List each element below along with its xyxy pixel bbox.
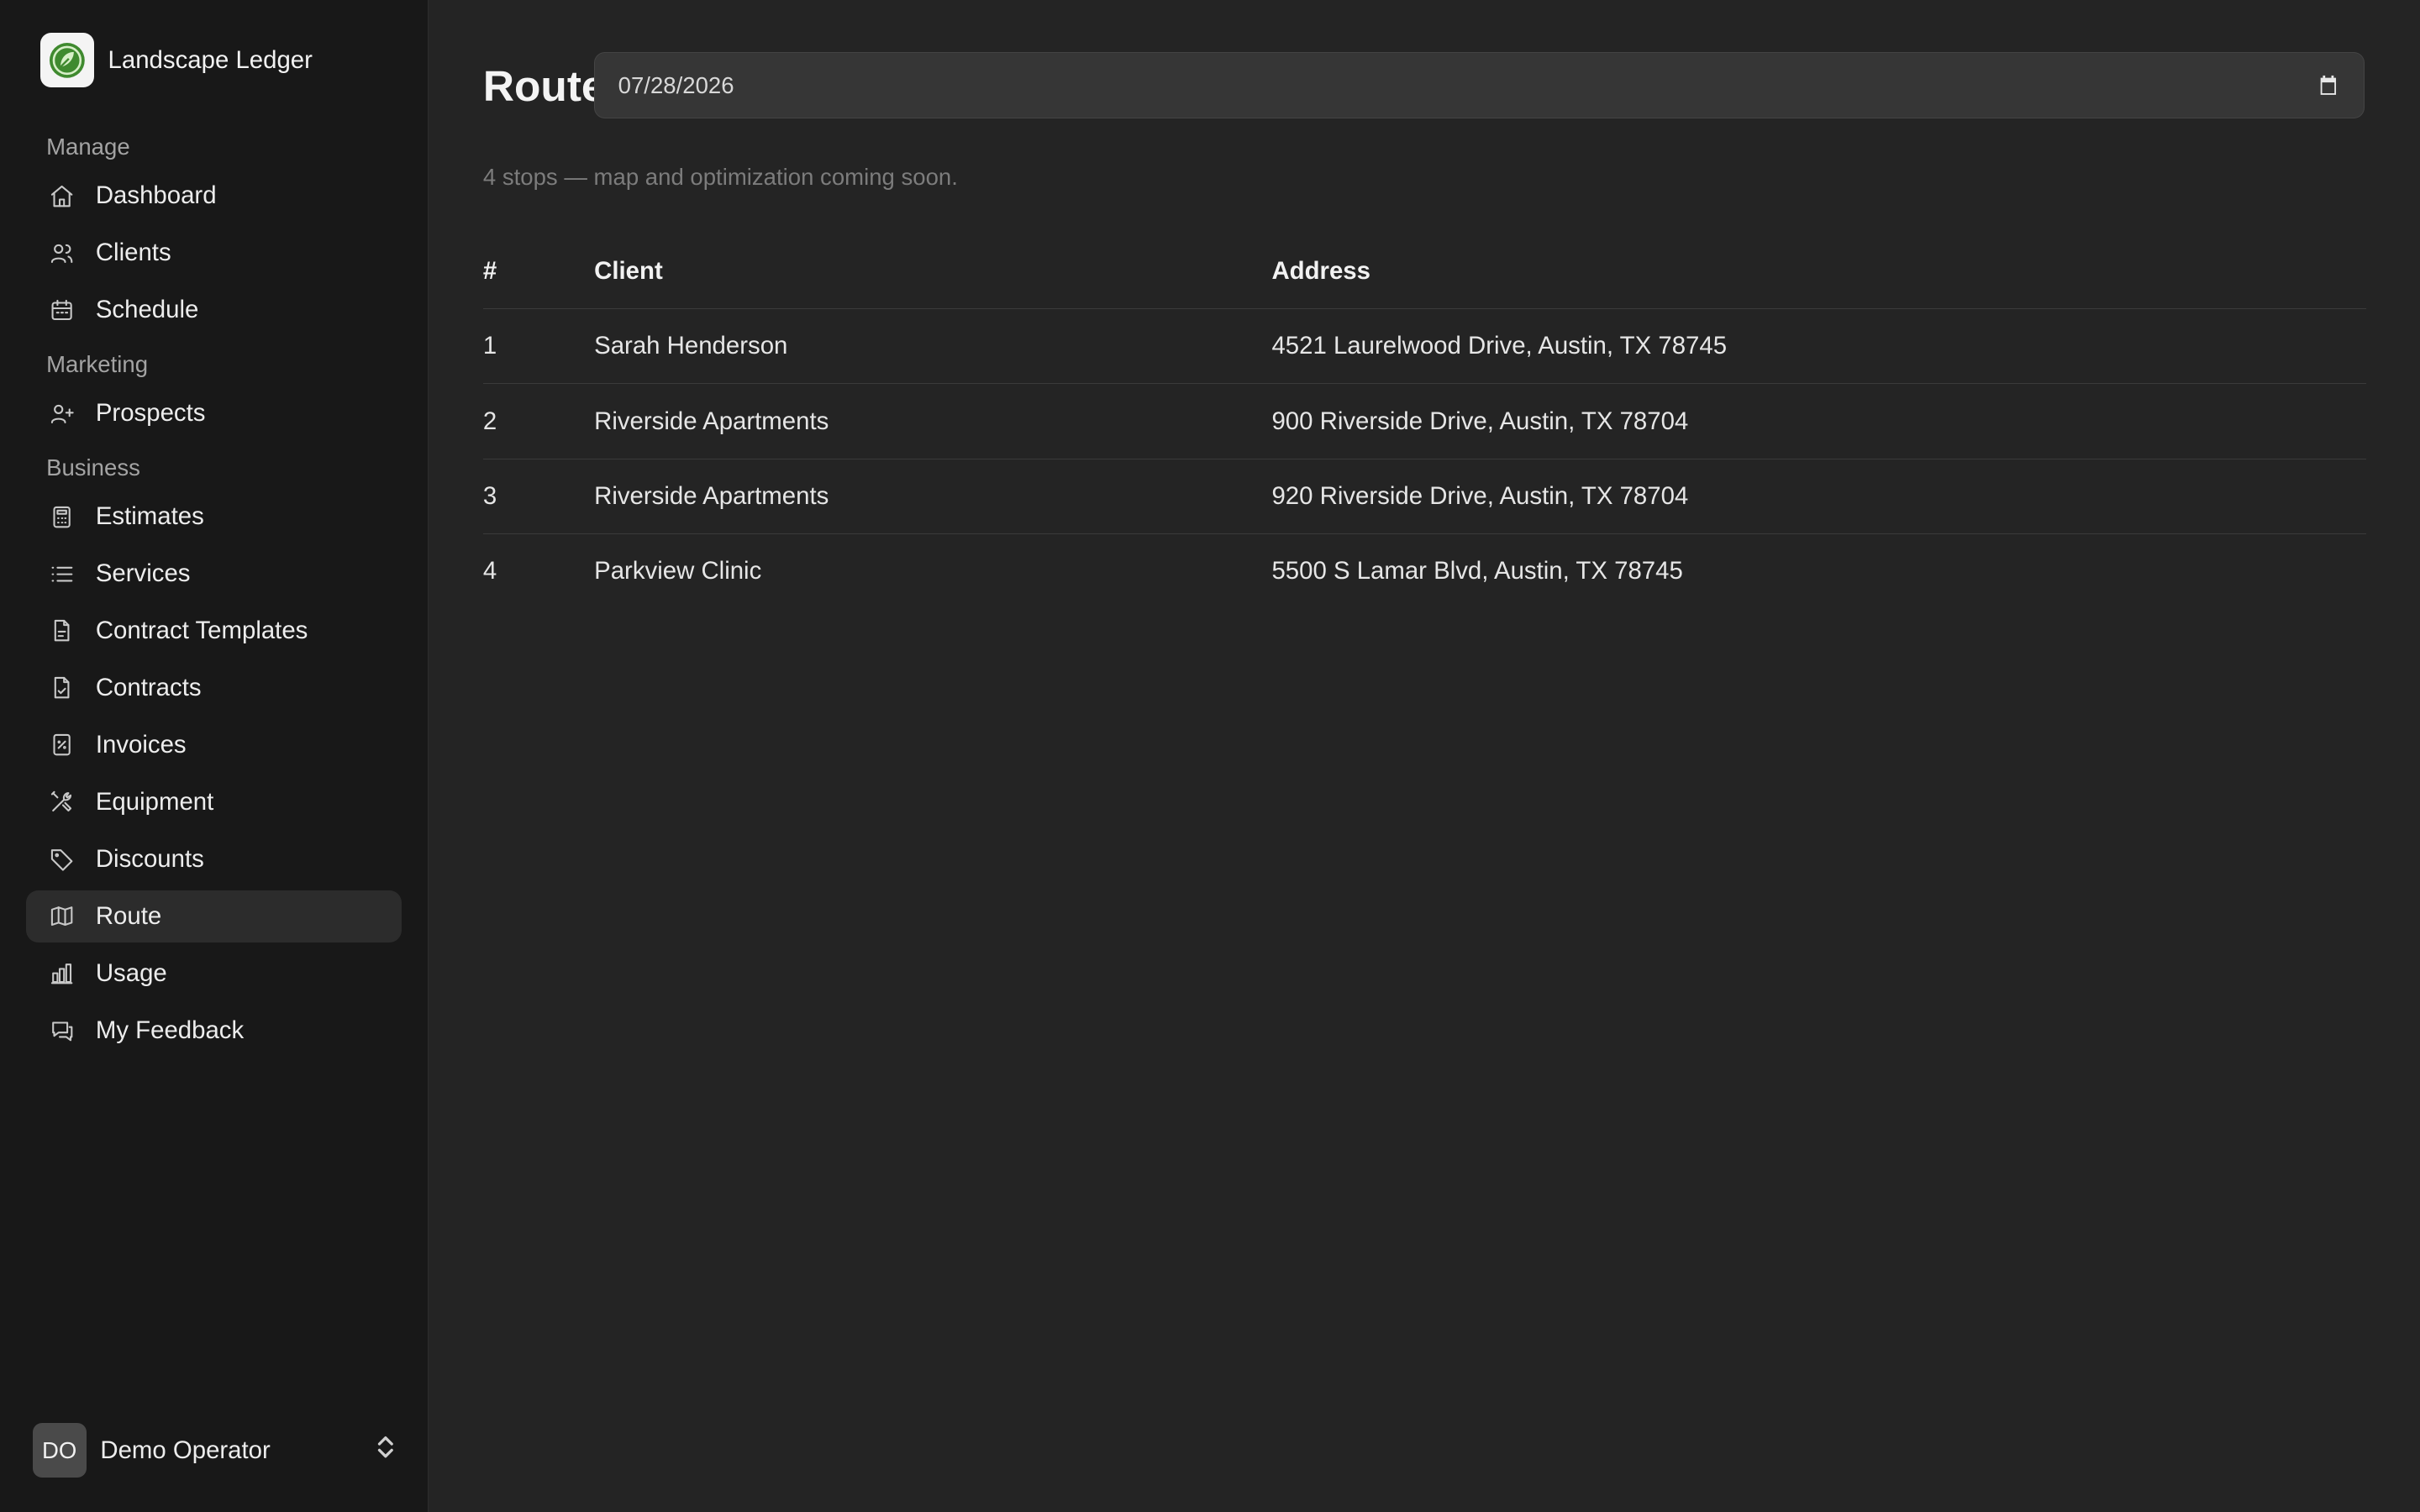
file-text-icon [48,617,76,645]
sidebar-item-services[interactable]: Services [26,548,401,600]
route-stops-table: # Client Address 1 Sarah Henderson 4521 … [482,234,2366,608]
main-content: Route 07/28/2026 4 stops — map and optim… [429,0,2420,1512]
user-plus-icon [48,400,76,428]
stop-number: 1 [482,332,497,360]
sidebar: Landscape Ledger Manage Dashboard Client… [0,0,429,1512]
tag-icon [48,845,76,873]
table-row[interactable]: 3 Riverside Apartments 920 Riverside Dri… [482,459,2366,534]
sidebar-item-label: My Feedback [95,1016,245,1044]
sidebar-item-route[interactable]: Route [26,890,402,942]
sidebar-item-label: Dashboard [95,181,217,210]
stops-summary: 4 stops — map and optimization coming so… [482,163,958,190]
stop-address: 900 Riverside Drive, Austin, TX 78704 [1271,407,1689,435]
list-icon [48,560,76,588]
sidebar-item-label: Invoices [95,730,187,759]
table-row[interactable]: 4 Parkview Clinic 5500 S Lamar Blvd, Aus… [483,534,2366,608]
user-name: Demo Operator [100,1436,271,1464]
home-icon [48,182,76,210]
bar-chart-icon [48,959,76,987]
sidebar-item-label: Discounts [95,844,204,873]
table-row[interactable]: 1 Sarah Henderson 4521 Laurelwood Drive,… [482,309,2366,385]
column-header-address: Address [1271,257,1370,286]
sidebar-item-label: Clients [95,239,171,267]
sidebar-nav: Manage Dashboard Clients Schedule Market… [26,123,402,1061]
receipt-icon [48,731,76,759]
table-row[interactable]: 2 Riverside Apartments 900 Riverside Dri… [482,384,2366,459]
sidebar-item-label: Services [95,559,191,588]
sidebar-item-clients[interactable]: Clients [26,227,401,279]
message-icon [48,1016,76,1044]
brand-name: Landscape Ledger [108,45,313,74]
stop-client: Sarah Henderson [594,332,788,360]
sidebar-item-estimates[interactable]: Estimates [26,491,401,543]
column-header-number: # [482,257,497,286]
stop-number: 2 [482,407,497,435]
sidebar-item-schedule[interactable]: Schedule [26,284,401,336]
avatar: DO [32,1423,87,1478]
stop-address: 920 Riverside Drive, Austin, TX 78704 [1271,481,1689,510]
stop-client: Parkview Clinic [594,556,762,585]
sidebar-item-label: Estimates [95,502,204,531]
section-label-marketing: Marketing [46,350,149,377]
route-date-input[interactable]: 07/28/2026 [594,52,2365,119]
stop-number: 3 [482,481,497,510]
user-menu[interactable]: DO Demo Operator [32,1422,397,1478]
section-label-business: Business [46,454,140,480]
chevron-up-down-icon[interactable] [375,1435,397,1466]
file-check-icon [48,674,76,701]
calculator-icon [48,503,76,531]
date-value: 07/28/2026 [618,71,734,98]
brand[interactable]: Landscape Ledger [39,33,313,88]
sidebar-item-equipment[interactable]: Equipment [26,776,401,828]
sidebar-item-prospects[interactable]: Prospects [26,387,401,439]
leaf-logo-icon [39,33,95,87]
sidebar-item-label: Contracts [95,674,202,701]
stop-address: 4521 Laurelwood Drive, Austin, TX 78745 [1271,332,1728,360]
tools-icon [48,788,76,816]
sidebar-item-my-feedback[interactable]: My Feedback [26,1004,401,1056]
section-label-manage: Manage [46,133,130,160]
table-header-row: # Client Address [482,234,2366,310]
app-window: Landscape Ledger Manage Dashboard Client… [0,0,2420,1512]
sidebar-item-label: Contract Templates [95,617,308,645]
sidebar-item-label: Usage [95,958,167,987]
sidebar-item-label: Equipment [95,787,214,816]
users-icon [48,239,76,267]
stop-address: 5500 S Lamar Blvd, Austin, TX 78745 [1271,556,1683,585]
stop-number: 4 [482,556,497,585]
map-icon [48,902,76,930]
column-header-client: Client [594,257,663,286]
sidebar-item-invoices[interactable]: Invoices [26,719,401,771]
stop-client: Riverside Apartments [594,481,829,510]
sidebar-item-usage[interactable]: Usage [26,947,401,999]
sidebar-item-discounts[interactable]: Discounts [26,833,401,885]
sidebar-item-contracts[interactable]: Contracts [26,662,401,714]
sidebar-item-label: Prospects [95,399,206,428]
calendar-icon [48,297,76,324]
page-title: Route [482,61,606,111]
calendar-picker-icon[interactable] [2317,75,2339,97]
sidebar-item-label: Schedule [95,296,199,324]
sidebar-item-contract-templates[interactable]: Contract Templates [26,605,401,657]
sidebar-item-label: Route [95,901,162,930]
sidebar-item-dashboard[interactable]: Dashboard [26,170,401,222]
stop-client: Riverside Apartments [594,407,829,435]
